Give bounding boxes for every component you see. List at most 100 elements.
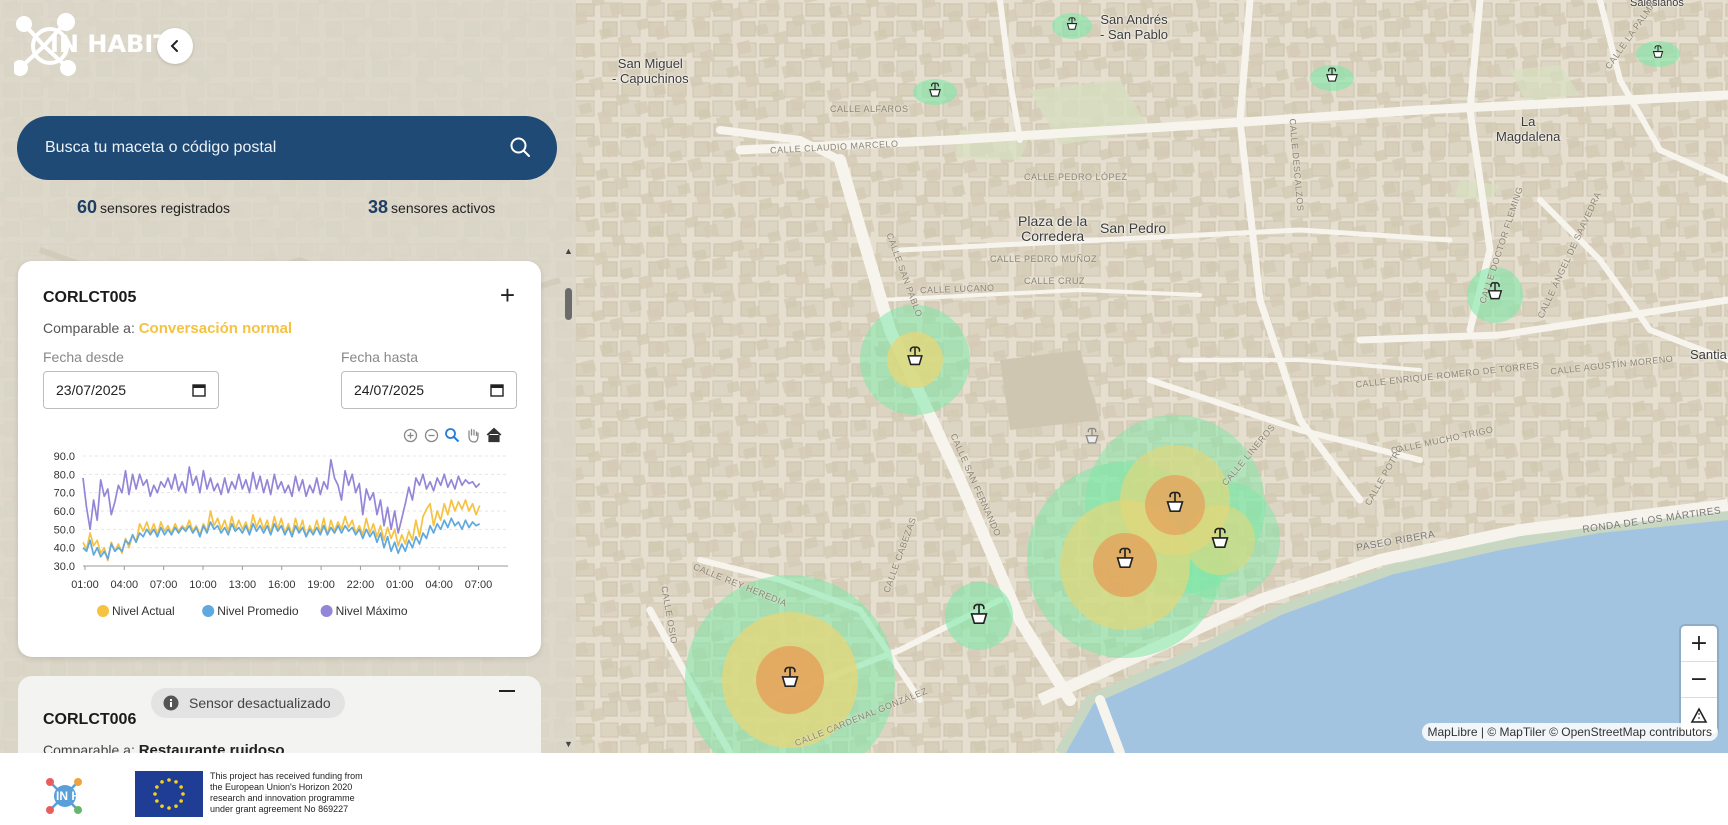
scroll-down-arrow-icon[interactable]: ▼ [564,739,573,749]
eu-star [167,778,171,782]
chart-legend[interactable]: Nivel Actual Nivel Promedio Nivel Máximo [97,604,408,618]
x-tick-label: 04:00 [425,579,453,591]
y-tick-label: 40.0 [54,543,75,555]
eu-star [155,785,159,789]
eu-funding-text: This project has received funding from t… [210,771,363,814]
place-label: Santia [1690,347,1727,362]
status-badge-text: Sensor desactualizado [189,695,331,711]
x-tick-label: 22:00 [347,579,375,591]
legend-label[interactable]: Nivel Actual [112,604,175,618]
date-to-label: Fecha hasta [341,349,419,365]
date-to-input[interactable]: 24/07/2025 [341,371,517,409]
plant-pot-marker[interactable] [1079,422,1105,448]
date-from-value: 23/07/2025 [56,382,127,398]
legend-swatch[interactable] [97,605,109,617]
place-label: San Miguel - Capuchinos [612,56,689,86]
map-zoom-controls: + − [1681,626,1717,734]
x-tick-label: 07:00 [465,579,493,591]
place-label: San Andrés - San Pablo [1100,12,1168,42]
x-tick-label: 01:00 [71,579,99,591]
series-line[interactable] [82,517,481,560]
comparable-value: Conversación normal [138,320,293,337]
chevron-left-icon [170,40,178,52]
sidebar-scrollbar[interactable]: ▲ ▼ [561,246,575,751]
footer-logo-wordmark: IN HABIT [56,789,108,803]
calendar-icon[interactable] [490,383,504,397]
comparable-label: Comparable a: [43,320,135,336]
zoom-in-button[interactable]: + [1681,626,1717,662]
y-tick-label: 70.0 [54,488,75,500]
x-axis-ticks: 01:00 04:00 07:00 10:00 13:00 16:00 19:00 22:00… [71,565,508,591]
x-tick-label: 07:00 [150,579,178,591]
street-label: CALLE CRUZ [1024,276,1086,286]
eu-star [179,799,183,803]
registered-label: sensores registrados [100,200,230,216]
registered-sensors-stat: 60 sensores registrados [77,197,230,218]
date-from-label: Fecha desde [43,349,124,365]
zoom-out-button[interactable]: − [1681,662,1717,698]
eu-star [153,792,157,796]
comparable-row: Comparable a: Restaurante ruidoso [43,742,285,753]
y-tick-label: 60.0 [54,506,75,518]
noise-level-chart[interactable]: 90.080.070.060.050.040.030.0 01:00 04:00 0… [38,441,528,646]
street-label: CALLE PEDRO MUÑOZ [990,254,1098,264]
plant-pot-marker[interactable] [922,76,948,102]
place-label: San Pedro [1100,220,1167,236]
eu-star [167,806,171,810]
plant-pot-marker[interactable] [1482,277,1508,303]
x-tick-label: 13:00 [229,579,257,591]
scroll-up-arrow-icon[interactable]: ▲ [564,246,573,256]
series-line[interactable] [82,499,481,562]
status-badge: Sensor desactualizado [151,688,345,718]
legend-label[interactable]: Nivel Promedio [217,604,299,618]
map-attribution[interactable]: MapLibre | © MapTiler © OpenStreetMap co… [1421,723,1718,741]
legend-swatch[interactable] [202,605,215,617]
date-to-value: 24/07/2025 [354,382,425,398]
active-label: sensores activos [391,200,496,216]
legend-label[interactable]: Nivel Máximo [336,604,408,618]
street-label: CALLE ALFAROS [830,104,909,114]
plant-pot-marker[interactable] [777,663,803,689]
eu-flag-logo [135,771,203,817]
logo-wordmark: IN HABIT [50,30,170,58]
collapse-sidebar-button[interactable] [157,28,193,64]
sensor-card: CORLCT006 Sensor desactualizado Comparab… [18,676,541,753]
eu-star [174,804,178,808]
search-icon[interactable] [509,136,531,158]
legend-swatch[interactable] [320,605,333,617]
date-from-input[interactable]: 23/07/2025 [43,371,219,409]
sensor-card: CORLCT005 + Comparable a: Conversación n… [18,261,541,657]
plant-pot-marker[interactable] [966,600,992,626]
sidebar-panel: IN HABIT 60sensores registrados 38sensor… [0,0,576,753]
expand-plus-icon[interactable]: + [500,282,515,308]
scrollbar-thumb[interactable] [565,288,572,320]
y-tick-label: 80.0 [54,469,75,481]
x-tick-label: 01:00 [386,579,414,591]
x-tick-label: 19:00 [307,579,335,591]
active-count: 38 [368,197,389,217]
chart-grid [83,455,508,567]
divider [16,244,546,245]
y-tick-label: 90.0 [54,451,75,463]
plant-pot-marker[interactable] [1112,544,1138,570]
plant-pot-marker[interactable] [902,342,928,368]
eu-star [174,780,178,784]
comparable-row: Comparable a: Conversación normal [43,320,292,337]
eu-star [179,785,183,789]
calendar-icon[interactable] [192,383,206,397]
plant-pot-marker[interactable] [1207,524,1233,550]
plant-pot-marker[interactable] [1319,61,1345,87]
plant-pot-marker[interactable] [1162,488,1188,514]
search-input[interactable] [45,139,495,157]
plant-pot-marker[interactable] [1645,38,1671,64]
registered-count: 60 [77,197,98,217]
y-tick-label: 30.0 [54,561,75,573]
app-root: San Andrés - San Pablo San Miguel - Capuch… [0,0,1728,825]
collapse-minus-icon[interactable] [499,690,515,692]
active-sensors-stat: 38 sensores activos [368,197,495,218]
sensor-id: CORLCT005 [43,289,137,306]
search-bar [17,116,557,180]
info-icon [163,695,179,711]
footer-inhabit-logo: IN HABIT [44,776,114,821]
plant-pot-marker[interactable] [1059,10,1085,36]
